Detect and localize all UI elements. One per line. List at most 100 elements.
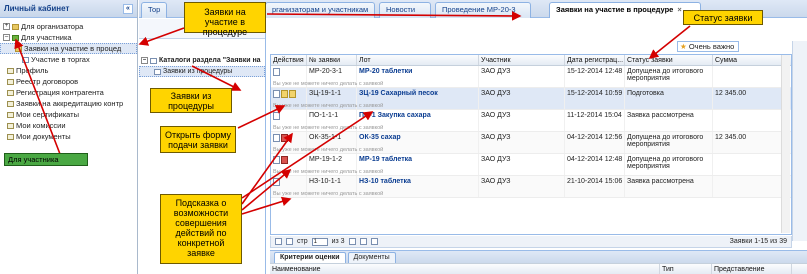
pager: стр 1 из 3 Заявки 1-15 из 39	[270, 236, 792, 248]
column-header[interactable]: Наименование	[270, 264, 660, 274]
sidebar-header: Личный кабинет «	[0, 0, 137, 18]
participant-cell: ЗАО ДУЗ	[479, 132, 565, 153]
tab-organizers[interactable]: рганизаторам и участникам	[265, 2, 375, 18]
participant-cell: ЗАО ДУЗ	[479, 176, 565, 197]
action-hint: Вы уже не можете ничего делать с заявкой	[273, 81, 384, 87]
status-cell: Заявка рассмотрена	[625, 176, 713, 197]
column-header[interactable]: Действия	[271, 55, 307, 65]
sidebar-item-applications[interactable]: Заявки на участие в процед	[0, 43, 137, 54]
star-icon: ★	[680, 42, 687, 51]
details-header: Наименование Тип Представление	[270, 263, 807, 274]
sidebar-item-organizer[interactable]: + Для организатора	[0, 21, 137, 32]
table-row[interactable]: Вы уже не можете ничего делать с заявкой…	[271, 176, 791, 198]
document-icon	[7, 100, 14, 107]
sidebar-item-label: Регистрация контрагента	[16, 88, 104, 97]
view-icon[interactable]	[273, 156, 280, 164]
table-row[interactable]: Вы уже не можете ничего делать с заявкой…	[271, 154, 791, 176]
refresh-icon[interactable]	[370, 238, 378, 245]
sidebar-item-profile[interactable]: Профиль	[0, 65, 137, 76]
column-header[interactable]: Дата регистрац...	[565, 55, 625, 65]
tab-applications[interactable]: Заявки на участие в процедуре ×	[549, 2, 701, 18]
close-icon[interactable]: ×	[677, 5, 681, 14]
date-cell: 04-12-2014 12:48	[565, 154, 625, 175]
tab-trading[interactable]: Тор	[141, 2, 167, 18]
collapse-tree-icon[interactable]: –	[3, 34, 10, 41]
sidebar-item-registration[interactable]: Регистрация контрагента	[0, 87, 137, 98]
first-page-icon[interactable]	[275, 238, 282, 245]
date-cell: 04-12-2014 12:56	[565, 132, 625, 153]
view-icon[interactable]	[273, 134, 280, 142]
view-icon[interactable]	[273, 90, 280, 98]
sum-cell	[713, 66, 783, 87]
catalog-root[interactable]: – Каталоги раздела "Заявки на	[139, 55, 265, 66]
column-header[interactable]: Тип	[660, 264, 712, 274]
next-page-icon[interactable]	[348, 238, 356, 245]
document-icon	[7, 89, 14, 96]
callout-procedure-apps: Заявки из процедуры	[150, 88, 232, 113]
tab-procedure[interactable]: Проведение МР-20-3	[435, 2, 531, 18]
view-icon[interactable]	[273, 178, 280, 186]
expand-icon[interactable]: +	[3, 23, 10, 30]
catalog-icon	[150, 57, 157, 64]
withdraw-icon[interactable]	[281, 156, 288, 164]
sidebar-item-label: Профиль	[16, 66, 49, 75]
grid-scrollbar[interactable]	[781, 55, 790, 233]
details-tabs: Критерии оценки Документы	[270, 251, 807, 263]
document-icon	[7, 122, 14, 129]
action-hint: Вы уже не можете ничего делать с заявкой	[273, 103, 384, 109]
table-row[interactable]: Вы уже не можете ничего делать с заявкой…	[271, 66, 791, 88]
tab-documents[interactable]: Документы	[347, 252, 396, 263]
sidebar-item-certificates[interactable]: Мои сертификаты	[0, 109, 137, 120]
view-icon[interactable]	[273, 112, 280, 120]
folder-icon	[15, 45, 22, 52]
status-cell: Допущена до итогового мероприятия	[625, 154, 713, 175]
table-row[interactable]: Вы уже не можете ничего делать с заявкой…	[271, 88, 791, 110]
withdraw-icon[interactable]	[281, 134, 288, 142]
last-page-icon[interactable]	[359, 238, 367, 245]
tab-label: Заявки на участие в процедуре	[556, 5, 674, 14]
callout-for-participant: Для участника	[4, 153, 88, 166]
sum-cell	[713, 110, 783, 131]
folder-icon	[12, 23, 19, 30]
sidebar-item-label: Участие в торгах	[31, 55, 90, 64]
column-header[interactable]: Представление	[712, 264, 792, 274]
grid-header: Действия № заявки Лот Участник Дата реги…	[271, 55, 791, 66]
sidebar-item-documents[interactable]: Мои документы	[0, 131, 137, 142]
table-row[interactable]: Вы уже не можете ничего делать с заявкой…	[271, 110, 791, 132]
sidebar-item-accreditation[interactable]: Заявки на аккредитацию контр	[0, 98, 137, 109]
details-panel: Критерии оценки Документы Наименование Т…	[270, 250, 807, 274]
important-filter[interactable]: ★ Очень важно	[677, 41, 740, 52]
sidebar-item-commissions[interactable]: Мои комиссии	[0, 120, 137, 131]
sidebar-item-trading[interactable]: Участие в торгах	[0, 54, 137, 65]
tab-label: Проведение МР-20-3	[442, 5, 516, 14]
sidebar-item-contracts[interactable]: Реестр договоров	[0, 76, 137, 87]
page-input[interactable]: 1	[311, 237, 328, 246]
table-row[interactable]: Вы уже не можете ничего делать с заявкой…	[271, 132, 791, 154]
column-header[interactable]: № заявки	[307, 55, 357, 65]
collapse-tree-icon[interactable]: –	[141, 57, 148, 64]
catalog-item-procedure-apps[interactable]: Заявки из процедуры	[139, 66, 265, 77]
collapse-icon[interactable]: «	[123, 3, 133, 14]
sidebar-item-label: Заявки на аккредитацию контр	[16, 99, 124, 108]
prev-page-icon[interactable]	[286, 238, 293, 245]
participant-cell: ЗАО ДУЗ	[479, 110, 565, 131]
page-label: стр	[297, 238, 308, 245]
document-icon	[154, 68, 161, 75]
column-header[interactable]: Статус заявки	[625, 55, 713, 65]
tab-criteria[interactable]: Критерии оценки	[274, 252, 346, 263]
participant-icon	[12, 34, 19, 41]
column-header[interactable]: Сумма	[713, 55, 783, 65]
sum-cell: 12 345.00	[713, 132, 783, 153]
tab-news[interactable]: Новости	[379, 2, 431, 18]
view-icon[interactable]	[273, 68, 280, 76]
sidebar-item-participant[interactable]: – Для участника	[0, 32, 137, 43]
edit-icon[interactable]	[289, 90, 296, 98]
right-panel-scrollbar[interactable]	[792, 41, 807, 241]
date-cell: 15-12-2014 12:48	[565, 66, 625, 87]
column-header[interactable]: Участник	[479, 55, 565, 65]
edit-icon[interactable]	[281, 90, 288, 98]
applications-grid: Действия № заявки Лот Участник Дата реги…	[270, 54, 792, 235]
page-count: из 3	[331, 238, 345, 245]
column-header[interactable]: Лот	[357, 55, 479, 65]
sidebar-item-label: Заявки на участие в процед	[24, 44, 122, 53]
